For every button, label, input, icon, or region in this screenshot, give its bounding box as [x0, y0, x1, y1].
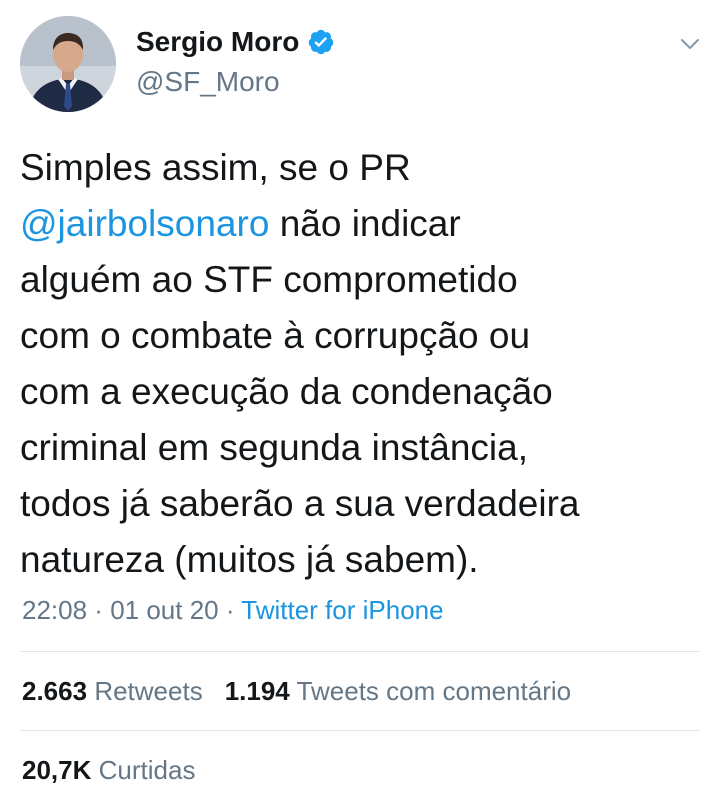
- retweets-count: 2.663: [22, 676, 88, 706]
- tweet-text: Simples assim, se o PR @jairbolsonaro nã…: [20, 140, 700, 588]
- tweet-card: Sergio Moro @SF_Moro Simples assim, se o…: [0, 0, 720, 800]
- quotes-label: Tweets com comentário: [296, 676, 572, 706]
- avatar[interactable]: [20, 16, 116, 112]
- likes-stat[interactable]: 20,7K Curtidas: [22, 750, 195, 790]
- display-name[interactable]: Sergio Moro: [136, 26, 299, 58]
- likes-count: 20,7K: [22, 755, 92, 785]
- divider: [20, 651, 700, 652]
- tweet-meta: 22:08 · 01 out 20 · Twitter for iPhone: [22, 592, 444, 628]
- retweets-stat[interactable]: 2.663 Retweets: [22, 671, 203, 711]
- engagement-stats-row: 2.663 Retweets 1.194 Tweets com comentári…: [22, 671, 571, 711]
- tweet-date[interactable]: 01 out 20: [110, 595, 218, 625]
- mention-link[interactable]: @jairbolsonaro: [20, 203, 269, 244]
- display-name-row: Sergio Moro: [136, 24, 335, 60]
- tweet-header: Sergio Moro @SF_Moro: [20, 14, 710, 114]
- meta-separator: ·: [87, 595, 111, 625]
- avatar-image: [20, 16, 116, 112]
- divider: [20, 730, 700, 731]
- tweet-text-line1: Simples assim, se o PR: [20, 147, 411, 188]
- user-handle[interactable]: @SF_Moro: [136, 66, 335, 98]
- chevron-down-icon[interactable]: [678, 32, 702, 56]
- likes-label: Curtidas: [98, 755, 196, 785]
- meta-separator: ·: [218, 595, 242, 625]
- user-names: Sergio Moro @SF_Moro: [136, 24, 335, 98]
- quotes-count: 1.194: [224, 676, 290, 706]
- tweet-source-link[interactable]: Twitter for iPhone: [241, 595, 443, 625]
- quotes-stat[interactable]: 1.194 Tweets com comentário: [225, 671, 571, 711]
- tweet-text-rest: não indicar alguém ao STF comprometido c…: [20, 203, 580, 580]
- verified-badge-icon: [307, 28, 335, 56]
- retweets-label: Retweets: [94, 676, 203, 706]
- likes-stats-row: 20,7K Curtidas: [22, 750, 195, 790]
- tweet-time[interactable]: 22:08: [22, 595, 87, 625]
